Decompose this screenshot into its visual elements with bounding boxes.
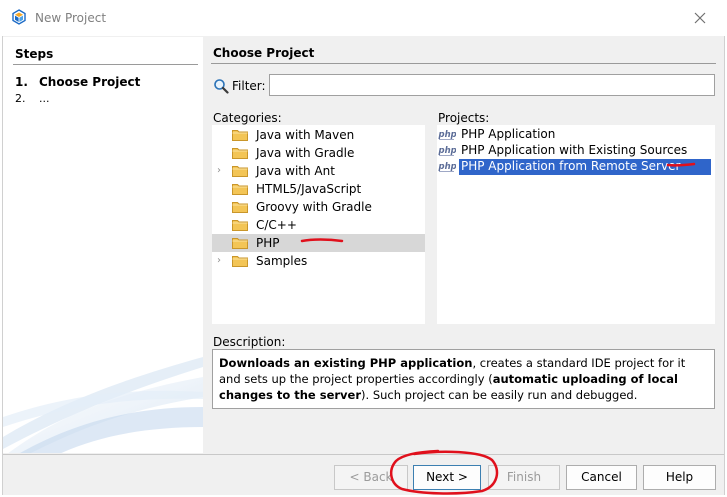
step-number: 2. [15, 92, 26, 105]
step-number: 1. [15, 75, 28, 89]
project-item[interactable]: php PHP Application [437, 126, 715, 143]
help-button[interactable]: Help [643, 465, 716, 490]
projects-list[interactable]: php PHP Application php PHP Application wit… [437, 125, 715, 324]
divider [211, 63, 716, 64]
folder-icon [232, 256, 248, 267]
step-label: Choose Project [39, 75, 141, 89]
next-button[interactable]: Next > [413, 465, 481, 490]
folder-icon [232, 220, 248, 231]
folder-icon [232, 184, 248, 195]
category-item[interactable]: › Java with Ant [212, 162, 425, 180]
description-bold: Downloads an existing PHP application [219, 356, 473, 370]
title-bar: New Project [0, 0, 727, 36]
close-icon [694, 12, 706, 24]
expand-chevron-icon[interactable]: › [217, 255, 225, 267]
php-icon: php [438, 130, 456, 140]
steps-panel: Steps 1. Choose Project 2.... [3, 37, 203, 453]
php-icon: php [438, 162, 456, 172]
category-item[interactable]: HTML5/JavaScript [212, 180, 425, 198]
category-item[interactable]: Groovy with Gradle [212, 198, 425, 216]
project-label: PHP Application with Existing Sources [461, 143, 688, 157]
wizard-decoration-graphic [3, 357, 203, 453]
project-item[interactable]: php PHP Application with Existing Sources [437, 142, 715, 159]
category-label: Java with Ant [256, 164, 335, 178]
folder-icon [232, 202, 248, 213]
close-button[interactable] [690, 8, 710, 28]
step-label: ... [39, 92, 50, 105]
category-label: Java with Gradle [256, 146, 355, 160]
category-label: HTML5/JavaScript [256, 182, 362, 196]
categories-label: Categories: [213, 111, 282, 125]
category-label: Samples [256, 254, 308, 268]
svg-text:php: php [438, 162, 456, 172]
filter-label: Filter: [232, 79, 266, 93]
netbeans-logo-icon [12, 9, 26, 25]
description-box: Downloads an existing PHP application, c… [212, 349, 715, 409]
cancel-button[interactable]: Cancel [566, 465, 637, 490]
folder-icon [232, 130, 248, 141]
step-2: 2.... [15, 92, 50, 105]
categories-tree[interactable]: Java with Maven Java with Gradle › Java wit… [212, 125, 425, 324]
projects-label: Projects: [438, 111, 490, 125]
window-title: New Project [35, 11, 107, 25]
category-item[interactable]: C/C++ [212, 216, 425, 234]
divider [13, 64, 198, 65]
category-item[interactable]: PHP [212, 234, 425, 252]
folder-icon [232, 166, 248, 177]
project-label: PHP Application [461, 127, 556, 141]
finish-button[interactable]: Finish [488, 465, 560, 490]
project-item[interactable]: php PHP Application from Remote Server [437, 158, 715, 175]
search-icon [214, 79, 229, 94]
category-item[interactable]: Java with Gradle [212, 144, 425, 162]
description-label: Description: [213, 335, 286, 349]
category-label: C/C++ [256, 218, 297, 232]
folder-icon [232, 148, 248, 159]
svg-text:php: php [438, 146, 456, 156]
back-button[interactable]: < Back [334, 465, 408, 490]
category-label: Groovy with Gradle [256, 200, 372, 214]
filter-input[interactable] [269, 74, 715, 96]
folder-icon [232, 238, 248, 249]
description-text: ). Such project can be easily run and de… [361, 388, 638, 402]
expand-chevron-icon[interactable]: › [217, 165, 225, 177]
category-label: PHP [256, 236, 280, 250]
project-label: PHP Application from Remote Server [459, 159, 711, 175]
page-title: Choose Project [213, 46, 315, 60]
divider [3, 454, 724, 455]
svg-text:php: php [438, 130, 456, 140]
steps-title: Steps [15, 47, 54, 61]
php-icon: php [438, 146, 456, 156]
step-1: 1. Choose Project [15, 75, 140, 89]
category-item[interactable]: › Samples [212, 252, 425, 270]
category-label: Java with Maven [256, 128, 355, 142]
category-item[interactable]: Java with Maven [212, 126, 425, 144]
